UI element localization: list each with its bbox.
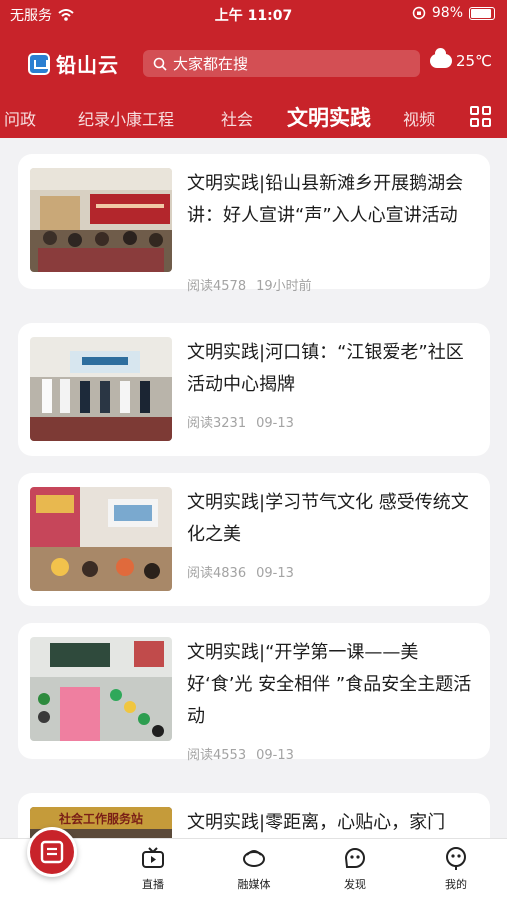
app-logo[interactable]: 铅山云	[28, 49, 119, 78]
article-title: 文明实践|河口镇：“江银爱老”社区活动中心揭牌	[187, 342, 464, 395]
logo-icon	[28, 52, 50, 75]
article-thumbnail	[30, 337, 172, 441]
temperature: 25℃	[456, 52, 492, 70]
status-bar: 无服务 上午 11:07 98%	[0, 0, 507, 28]
publish-date: 09-13	[256, 416, 294, 431]
tab-discover[interactable]: 发现	[325, 845, 385, 892]
read-count: 阅读4578	[187, 279, 247, 294]
tab-wenzheng[interactable]: 问政	[4, 106, 36, 130]
news-feed[interactable]: 文明实践|铅山县新滩乡开展鹅湖会讲：好人宣讲“声”入人心宣讲活动 阅读4578 1…	[0, 138, 507, 838]
cloud-icon	[430, 48, 452, 68]
article-meta: 阅读4553 09-13	[187, 744, 294, 763]
home-news-icon	[40, 840, 64, 864]
channel-grid-icon[interactable]	[470, 106, 492, 128]
article-thumbnail	[30, 637, 172, 741]
home-news-button[interactable]	[27, 827, 77, 877]
status-right: 98%	[412, 5, 495, 21]
orientation-lock-icon	[412, 6, 426, 20]
tab-jilu-xiaokang[interactable]: 纪录小康工程	[78, 106, 174, 130]
article-card[interactable]: 文明实践|学习节气文化 感受传统文化之美 阅读4836 09-13	[18, 473, 490, 606]
read-count: 阅读4836	[187, 566, 247, 581]
tab-profile-label: 我的	[445, 878, 467, 891]
article-meta: 阅读4578 19小时前	[187, 275, 312, 294]
tv-icon	[142, 847, 164, 868]
article-title: 文明实践|“开学第一课——美好‘食’光 安全相伴 ”食品安全主题活动	[187, 642, 472, 727]
article-meta: 阅读4836 09-13	[187, 562, 294, 581]
app-name: 铅山云	[56, 53, 119, 77]
article-thumbnail	[30, 168, 172, 272]
tab-wenming-shijian[interactable]: 文明实践	[287, 102, 371, 132]
search-icon	[153, 57, 167, 71]
profile-icon	[446, 847, 466, 870]
battery-percent: 98%	[431, 5, 463, 21]
tab-live-label: 直播	[142, 878, 164, 891]
article-title: 文明实践|零距离，心贴心，家门	[187, 812, 446, 833]
tab-shehui[interactable]: 社会	[221, 106, 253, 130]
article-title: 文明实践|学习节气文化 感受传统文化之美	[187, 492, 469, 545]
battery-icon	[469, 6, 495, 20]
article-card[interactable]: 社会工作服务站 文明实践|零距离，心贴心，家门	[18, 793, 490, 838]
tab-media[interactable]: 融媒体	[224, 845, 284, 892]
read-count: 阅读4553	[187, 748, 247, 763]
bottom-tab-bar: 直播 融媒体 发现 我的	[0, 827, 507, 900]
publish-date: 19小时前	[256, 279, 312, 294]
read-count: 阅读3231	[187, 416, 247, 431]
article-card[interactable]: 文明实践|河口镇：“江银爱老”社区活动中心揭牌 阅读3231 09-13	[18, 323, 490, 456]
article-title: 文明实践|铅山县新滩乡开展鹅湖会讲：好人宣讲“声”入人心宣讲活动	[187, 173, 464, 226]
media-icon	[243, 850, 265, 867]
publish-date: 09-13	[256, 748, 294, 763]
discover-icon	[344, 848, 365, 868]
tab-discover-label: 发现	[344, 878, 366, 891]
tab-profile[interactable]: 我的	[426, 845, 486, 892]
article-card[interactable]: 文明实践|“开学第一课——美好‘食’光 安全相伴 ”食品安全主题活动 阅读455…	[18, 623, 490, 763]
publish-date: 09-13	[256, 566, 294, 581]
thumbnail-sign-text: 社会工作服务站	[58, 811, 143, 826]
search-bar[interactable]: 大家都在搜	[143, 50, 420, 77]
search-placeholder: 大家都在搜	[173, 55, 249, 73]
tab-media-label: 融媒体	[237, 878, 271, 891]
app-header: 无服务 上午 11:07 98% 铅山云 大家都在搜 25℃ 问政 纪录小康工程…	[0, 0, 507, 138]
tab-live[interactable]: 直播	[123, 845, 183, 892]
article-card[interactable]: 文明实践|铅山县新滩乡开展鹅湖会讲：好人宣讲“声”入人心宣讲活动 阅读4578 1…	[18, 154, 490, 294]
tab-shipin[interactable]: 视频	[403, 106, 435, 130]
channel-tabs: 问政 纪录小康工程 社会 文明实践 视频	[0, 98, 507, 134]
weather-widget[interactable]: 25℃	[430, 48, 492, 70]
article-meta: 阅读3231 09-13	[187, 412, 294, 431]
article-thumbnail	[30, 487, 172, 591]
